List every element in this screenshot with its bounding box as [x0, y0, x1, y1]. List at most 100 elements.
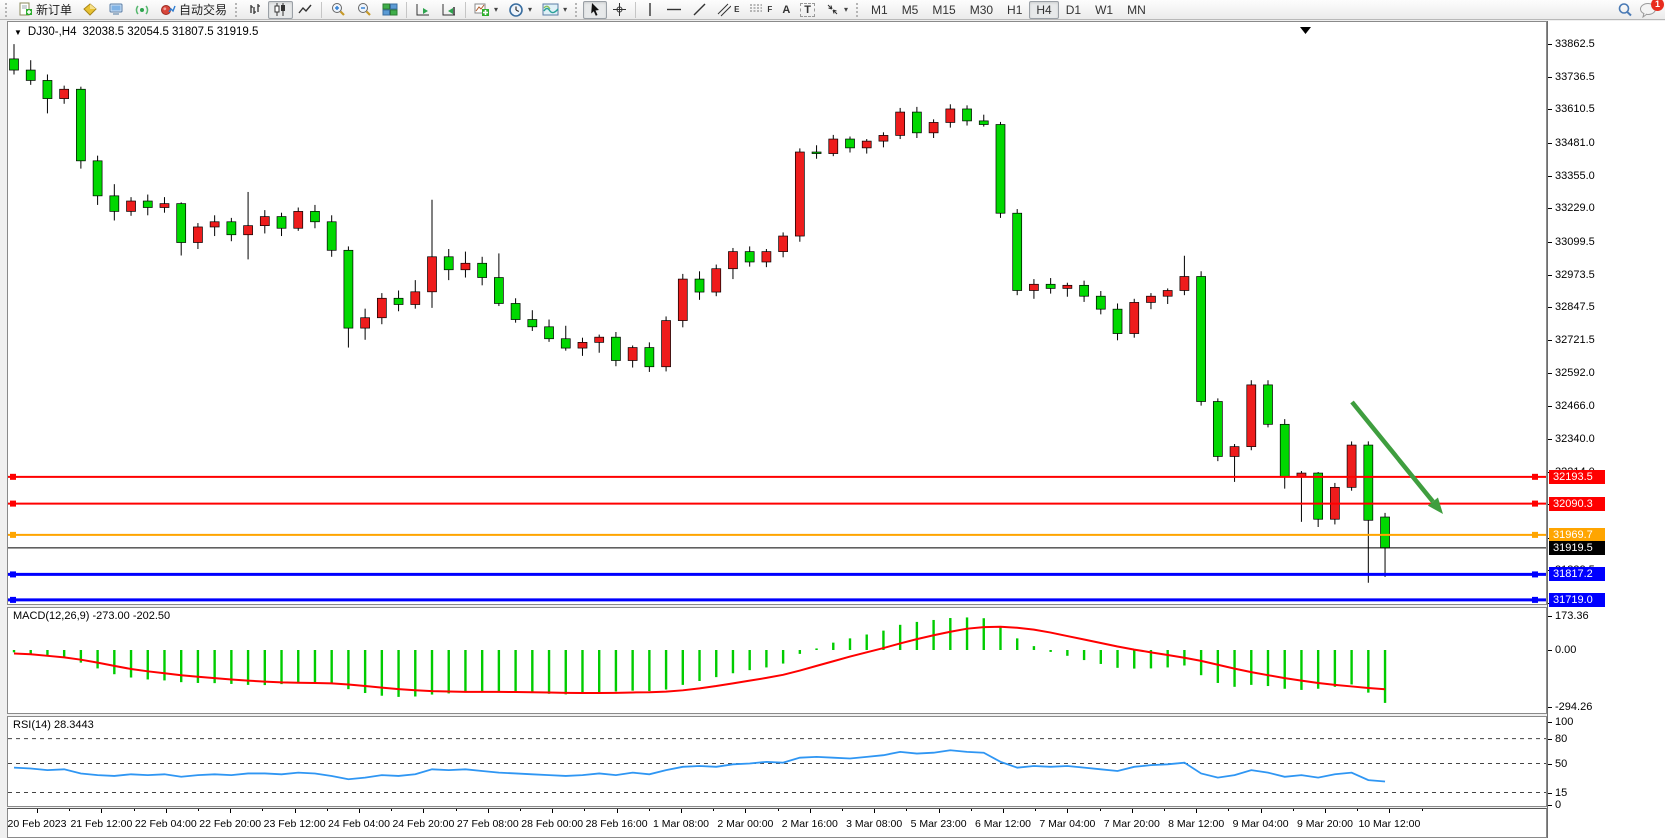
search-icon[interactable]	[1617, 2, 1633, 18]
timeframe-h4[interactable]: H4	[1029, 1, 1058, 19]
time-axis-tick	[1100, 809, 1101, 811]
fibonacci-tool-button[interactable]: F	[744, 1, 777, 19]
time-axis-tick	[584, 809, 585, 811]
time-axis-tick	[391, 809, 392, 811]
axis-tick	[1548, 739, 1552, 740]
template-icon	[542, 2, 559, 17]
chart-shift-button[interactable]	[436, 1, 462, 19]
auto-trading-button[interactable]: 自动交易	[155, 1, 232, 19]
time-axis[interactable]: 20 Feb 202321 Feb 12:0022 Feb 04:0022 Fe…	[7, 808, 1547, 838]
axis-tick	[1548, 793, 1552, 794]
axis-tick	[1548, 208, 1552, 209]
chart-title: ▼ DJ30-,H4 32038.5 32054.5 31807.5 31919…	[14, 26, 258, 38]
toolbar-grip[interactable]	[5, 3, 10, 17]
channel-letter: E	[734, 5, 739, 14]
candle-body	[1046, 284, 1055, 288]
time-axis-tick	[971, 809, 972, 811]
time-axis-tick	[810, 809, 811, 813]
time-axis-tick	[69, 809, 70, 811]
candle-body	[946, 109, 955, 122]
axis-tick	[1548, 242, 1552, 243]
candle-body	[979, 121, 988, 125]
bar-chart-type-button[interactable]	[243, 1, 268, 19]
candle-body	[829, 139, 838, 154]
timeframe-mn[interactable]: MN	[1120, 1, 1153, 19]
time-axis-label: 28 Feb 00:00	[521, 818, 583, 830]
toolbar-grip[interactable]	[856, 3, 861, 17]
chevron-down-icon: ▾	[844, 5, 848, 14]
candlestick-chart-type-button[interactable]	[268, 1, 293, 19]
axis-tick	[1548, 307, 1552, 308]
candle-body	[1113, 309, 1122, 333]
timeframe-m30[interactable]: M30	[963, 1, 1000, 19]
crosshair-tool-button[interactable]	[607, 1, 632, 19]
zoom-out-button[interactable]	[351, 1, 377, 19]
timeframe-d1[interactable]: D1	[1059, 1, 1088, 19]
zoom-in-button[interactable]	[325, 1, 351, 19]
vertical-line-icon	[644, 2, 656, 17]
time-axis-label: 8 Mar 12:00	[1168, 818, 1224, 830]
auto-scroll-icon	[415, 2, 431, 17]
candle-body	[795, 152, 804, 236]
candlestick-chart[interactable]	[8, 22, 1546, 604]
arrows-tool-button[interactable]: ▾	[820, 1, 853, 19]
timeframe-group: M1M5M15M30H1H4D1W1MN	[864, 1, 1153, 19]
axis-tick	[1548, 44, 1552, 45]
text-label-tool-button[interactable]: T	[795, 1, 820, 19]
auto-scroll-button[interactable]	[410, 1, 436, 19]
zoom-in-icon	[330, 2, 346, 18]
notification-badge: 1	[1651, 0, 1664, 11]
candle-body	[1180, 276, 1189, 290]
trendline-tool-button[interactable]	[687, 1, 712, 19]
horizontal-line-icon	[666, 2, 682, 17]
timeframe-h1[interactable]: H1	[1000, 1, 1029, 19]
crosshair-icon	[612, 2, 627, 17]
equidistant-channel-tool-button[interactable]: E	[712, 1, 744, 19]
chart-ohlc-values: 32038.5 32054.5 31807.5 31919.5	[83, 26, 259, 38]
toolbar-grip[interactable]	[235, 3, 240, 17]
price-line-flag: 31969.7	[1549, 528, 1605, 542]
time-axis-tick	[488, 809, 489, 813]
tile-windows-button[interactable]	[377, 1, 403, 19]
candle-body	[76, 89, 85, 161]
timeframe-w1[interactable]: W1	[1088, 1, 1120, 19]
time-axis-tick	[456, 809, 457, 811]
periods-button[interactable]: ▾	[503, 1, 537, 19]
cursor-tool-button[interactable]	[583, 1, 607, 19]
timeframe-m5[interactable]: M5	[895, 1, 926, 19]
axis-tick	[1548, 707, 1552, 708]
text-tool-button[interactable]: A	[777, 1, 795, 19]
candle-body	[1063, 285, 1072, 288]
candle-body	[494, 278, 503, 304]
rsi-line	[14, 750, 1385, 781]
macd-indicator-chart[interactable]	[8, 608, 1546, 713]
time-axis-label: 24 Feb 04:00	[328, 818, 390, 830]
chevron-down-icon: ▾	[494, 5, 498, 14]
collapse-triangle-icon[interactable]: ▼	[14, 28, 22, 37]
toolbar-grip[interactable]	[575, 3, 580, 17]
time-axis-label: 10 Mar 12:00	[1358, 818, 1420, 830]
rsi-indicator-chart[interactable]	[8, 717, 1546, 806]
indicators-button[interactable]: ▾	[469, 1, 503, 19]
candle-body	[812, 152, 821, 154]
price-axis[interactable]: 33862.533736.533610.533481.033355.033229…	[1547, 21, 1665, 838]
vertical-line-tool-button[interactable]	[639, 1, 661, 19]
horizontal-line-tool-button[interactable]	[661, 1, 687, 19]
line-handle	[1532, 474, 1538, 480]
line-handle	[1532, 597, 1538, 603]
terminal-button[interactable]	[103, 1, 129, 19]
signals-button[interactable]	[129, 1, 155, 19]
templates-button[interactable]: ▾	[537, 1, 572, 19]
axis-tick	[1548, 439, 1552, 440]
timeframe-m1[interactable]: M1	[864, 1, 895, 19]
axis-tick	[1548, 373, 1552, 374]
macd-axis-label: 173.36	[1555, 610, 1589, 622]
timeframe-m15[interactable]: M15	[925, 1, 962, 19]
rsi-axis-label: 0	[1555, 799, 1561, 811]
line-chart-type-button[interactable]	[293, 1, 318, 19]
candle-body	[896, 112, 905, 135]
new-order-button[interactable]: 新订单	[13, 1, 77, 19]
charts-button[interactable]	[77, 1, 103, 19]
notifications-button[interactable]: 1	[1639, 2, 1657, 18]
bar-chart-icon	[248, 2, 263, 17]
